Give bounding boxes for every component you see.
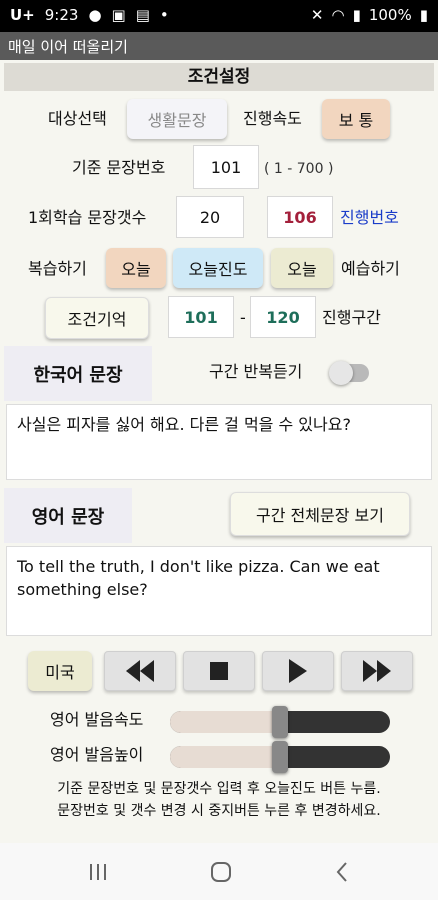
english-sentence: To tell the truth, I don't like pizza. C… — [17, 557, 380, 600]
play-icon — [289, 659, 307, 683]
battery-label: 100% — [368, 6, 412, 24]
mute-icon: ✕ — [310, 6, 324, 24]
base-range-hint: ( 1 - 700 ) — [264, 161, 334, 177]
pitch-slider-thumb[interactable] — [272, 741, 288, 773]
rate-slider-label: 영어 발음속도 — [50, 710, 144, 729]
stop-button[interactable] — [183, 651, 255, 691]
preview-label: 예습하기 — [341, 259, 400, 278]
repeat-listen-label: 구간 반복듣기 — [209, 362, 303, 381]
speed-label: 진행속도 — [243, 109, 302, 128]
range-end: 120 — [250, 296, 316, 338]
notification-icon-3: ▤ — [135, 6, 150, 24]
home-button[interactable] — [210, 861, 232, 887]
note-line-1: 기준 문장번호 및 문장갯수 입력 후 오늘진도 버튼 누름. — [57, 781, 381, 797]
recent-apps-button[interactable] — [88, 863, 108, 885]
app-title: 매일 이어 떠올리기 — [8, 38, 128, 56]
korean-section-label: 한국어 문장 — [4, 346, 152, 401]
back-icon — [336, 862, 347, 882]
pitch-slider[interactable] — [170, 741, 390, 773]
view-all-sentences-button[interactable]: 구간 전체문장 보기 — [230, 492, 410, 536]
notification-dot-icon: • — [159, 6, 169, 24]
fast-forward-button[interactable] — [341, 651, 413, 691]
pitch-slider-label: 영어 발음높이 — [50, 745, 144, 764]
base-number-input[interactable]: 101 — [193, 145, 259, 189]
rate-slider-fill — [170, 711, 280, 733]
rate-slider[interactable] — [170, 706, 390, 738]
back-button[interactable] — [335, 861, 349, 887]
range-label: 진행구간 — [322, 308, 381, 327]
progress-label: 진행번호 — [340, 208, 399, 227]
speed-select[interactable]: 보 통 — [322, 99, 390, 139]
note-line-2: 문장번호 및 갯수 변경 시 중지버튼 누른 후 변경하세요. — [57, 803, 381, 819]
korean-sentence-box: 사실은 피자를 싫어 해요. 다른 걸 먹을 수 있나요? — [6, 404, 432, 480]
target-select[interactable]: 생활문장 — [127, 99, 227, 139]
korean-sentence: 사실은 피자를 싫어 해요. 다른 걸 먹을 수 있나요? — [17, 415, 351, 434]
carrier-label: U+ — [10, 6, 35, 24]
review-label: 복습하기 — [28, 259, 87, 278]
instruction-notes: 기준 문장번호 및 문장갯수 입력 후 오늘진도 버튼 누름. 문장번호 및 갯… — [0, 778, 438, 822]
stop-icon — [210, 662, 228, 680]
accent-button[interactable]: 미국 — [28, 651, 92, 691]
range-start: 101 — [168, 296, 234, 338]
repeat-listen-toggle[interactable] — [329, 361, 369, 385]
fast-forward-icon — [363, 660, 391, 682]
status-bar: U+ 9:23 ● ▣ ▤ • ✕ ◠ ▮ 100% ▮ — [0, 0, 438, 32]
review-today-button[interactable]: 오늘 — [106, 248, 166, 288]
app-title-bar: 매일 이어 떠올리기 — [0, 32, 438, 60]
count-input[interactable]: 20 — [176, 196, 244, 238]
today-progress-button[interactable]: 오늘진도 — [173, 248, 263, 288]
english-section-label: 영어 문장 — [4, 488, 132, 543]
section-header: 조건설정 — [4, 63, 434, 91]
toggle-knob — [329, 361, 353, 385]
clock: 9:23 — [44, 6, 79, 24]
notification-icon: ● — [88, 6, 102, 24]
rate-slider-thumb[interactable] — [272, 706, 288, 738]
battery-icon: ▮ — [419, 6, 428, 24]
preview-today-button[interactable]: 오늘 — [271, 248, 333, 288]
pitch-slider-fill — [170, 746, 280, 768]
recent-apps-icon — [90, 864, 106, 880]
rewind-button[interactable] — [104, 651, 176, 691]
english-sentence-box: To tell the truth, I don't like pizza. C… — [6, 546, 432, 636]
notification-icon-2: ▣ — [111, 6, 126, 24]
rewind-icon — [126, 660, 154, 682]
range-dash: - — [240, 308, 246, 327]
home-icon — [211, 862, 231, 882]
play-button[interactable] — [262, 651, 334, 691]
wifi-icon: ◠ — [331, 6, 345, 24]
target-label: 대상선택 — [48, 109, 107, 128]
progress-number: 106 — [267, 196, 333, 238]
base-number-label: 기준 문장번호 — [72, 158, 166, 177]
count-label: 1회학습 문장갯수 — [28, 208, 147, 227]
system-nav-bar — [0, 843, 438, 900]
signal-icon: ▮ — [352, 6, 361, 24]
save-settings-button[interactable]: 조건기억 — [45, 297, 149, 339]
